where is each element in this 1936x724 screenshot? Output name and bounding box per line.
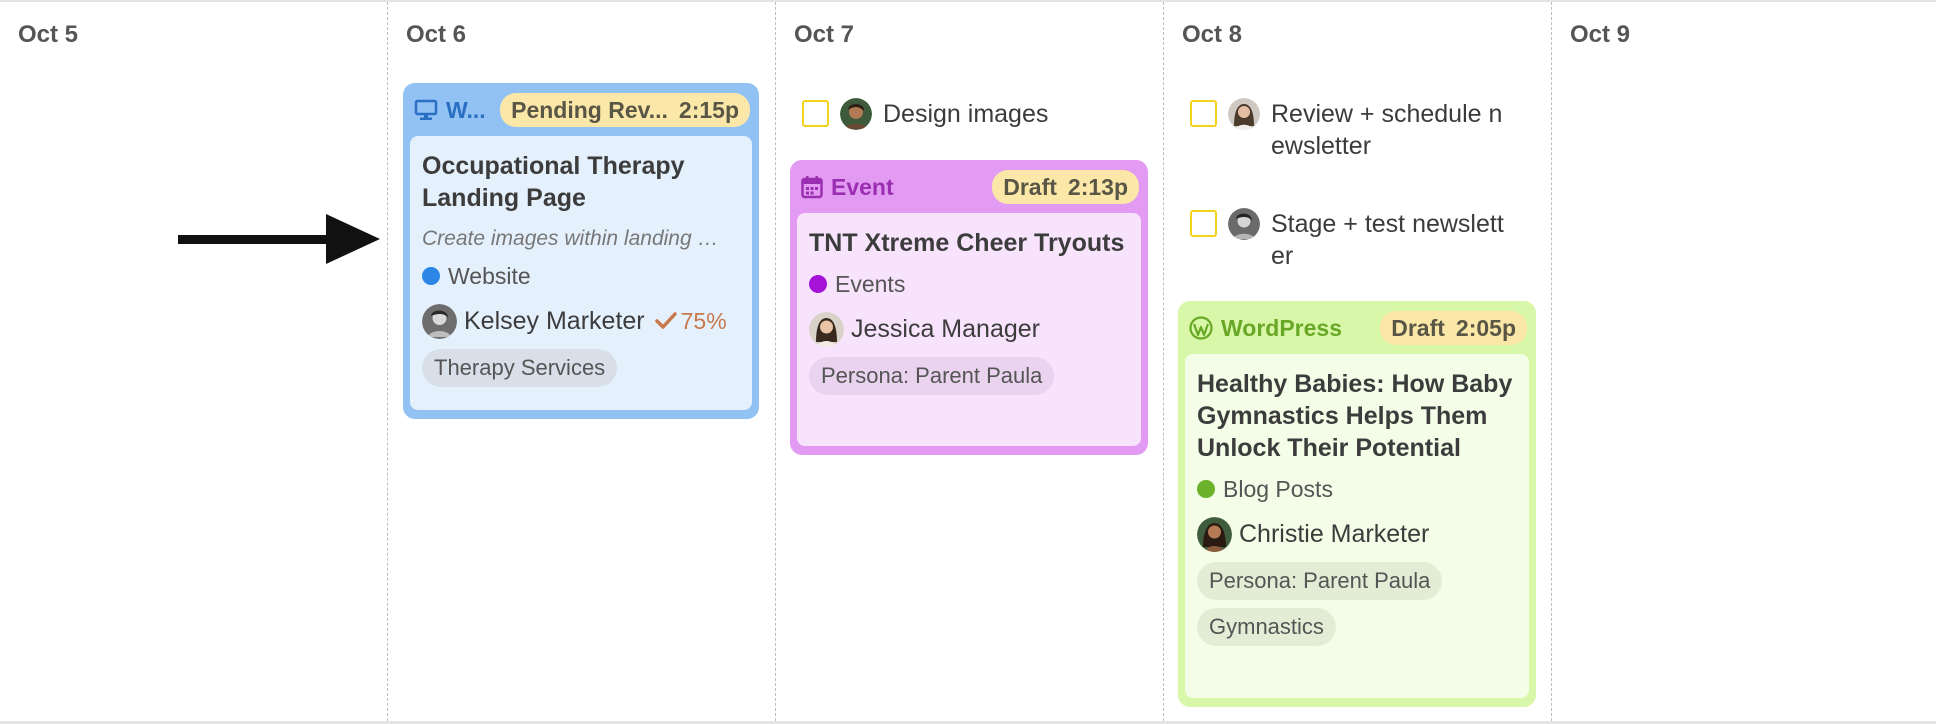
monitor-icon: [414, 99, 438, 121]
avatar: [809, 311, 844, 347]
pointer-arrow-icon: [178, 214, 380, 264]
assignee: Kelsey Marketer 75%: [422, 301, 740, 341]
time-label: 2:13p: [1067, 173, 1128, 200]
task-item[interactable]: Review + schedule n ewsletter: [1190, 98, 1502, 162]
card-type-label: WordPress: [1221, 314, 1343, 341]
card-title: Occupational Therapy Landing Page: [422, 152, 685, 212]
website-post-card[interactable]: W... Pending Rev... 2:15p Occupational T…: [403, 83, 759, 419]
task-label-line: Stage + test newslett: [1271, 210, 1504, 238]
task-label-line: Review + schedule n: [1271, 100, 1503, 128]
category-dot-icon: [422, 267, 440, 285]
category: Events: [809, 269, 1129, 299]
avatar: [1228, 208, 1260, 240]
avatar: [1197, 516, 1232, 552]
card-type: W...: [414, 97, 486, 124]
assignee: Christie Marketer: [1197, 514, 1517, 554]
task-label: Stage + test newslett er: [1271, 208, 1504, 272]
status-badge[interactable]: Draft 2:05p: [1380, 311, 1527, 345]
card-description: Create images within landing …: [422, 227, 719, 250]
status-label: Pending Rev...: [511, 96, 668, 123]
category: Website: [422, 261, 740, 291]
assignee-name: Christie Marketer: [1239, 519, 1430, 548]
assignee-name: Jessica Manager: [851, 314, 1040, 343]
tag-chip[interactable]: Gymnastics: [1197, 608, 1336, 646]
day-header: Oct 6: [406, 21, 467, 48]
assignee-name: Kelsey Marketer: [464, 306, 645, 335]
calendar-icon: [801, 175, 823, 199]
status-label: Draft: [1391, 314, 1445, 341]
category: Blog Posts: [1197, 474, 1517, 504]
task-checkbox[interactable]: [802, 100, 829, 127]
event-card[interactable]: Event Draft 2:13p TNT Xtreme Cheer Tryou…: [790, 160, 1148, 455]
progress: 75%: [654, 307, 727, 335]
task-checkbox[interactable]: [1190, 100, 1217, 127]
avatar: [422, 303, 457, 339]
category-dot-icon: [809, 275, 827, 293]
task-item[interactable]: Design images: [802, 98, 1048, 130]
tag-chip[interactable]: Persona: Parent Paula: [809, 357, 1055, 395]
day-header: Oct 8: [1182, 21, 1243, 48]
card-type-label: W...: [446, 96, 486, 123]
assignee: Jessica Manager: [809, 309, 1129, 349]
card-type: Event: [801, 174, 894, 201]
wordpress-post-card[interactable]: WordPress Draft 2:05p Healthy Babies: Ho…: [1178, 301, 1536, 707]
task-label: Design images: [883, 100, 1049, 128]
tag-chip[interactable]: Persona: Parent Paula: [1197, 562, 1443, 600]
task-label-line: ewsletter: [1271, 132, 1372, 160]
day-header: Oct 5: [18, 21, 79, 48]
day-column-oct-9[interactable]: Oct 9: [1552, 2, 1936, 721]
category-label: Events: [835, 270, 906, 297]
card-title: Healthy Babies: How Baby Gymnastics Help…: [1197, 370, 1513, 462]
task-checkbox[interactable]: [1190, 210, 1217, 237]
avatar: [840, 98, 872, 130]
wordpress-icon: [1189, 316, 1213, 340]
category-label: Website: [448, 262, 531, 289]
day-header: Oct 9: [1570, 21, 1631, 48]
status-label: Draft: [1003, 173, 1057, 200]
time-label: 2:05p: [1455, 314, 1516, 341]
day-column-oct-5[interactable]: Oct 5: [0, 2, 388, 721]
tag-chip[interactable]: Therapy Services: [422, 349, 618, 387]
card-type: WordPress: [1189, 315, 1342, 342]
category-label: Blog Posts: [1223, 475, 1333, 502]
task-label: Review + schedule n ewsletter: [1271, 98, 1502, 162]
status-badge[interactable]: Pending Rev... 2:15p: [500, 93, 750, 127]
category-dot-icon: [1197, 480, 1215, 498]
time-label: 2:15p: [678, 96, 739, 123]
progress-value: 75%: [680, 307, 727, 334]
card-type-label: Event: [831, 173, 894, 200]
day-header: Oct 7: [794, 21, 855, 48]
avatar: [1228, 98, 1260, 130]
task-item[interactable]: Stage + test newslett er: [1190, 208, 1504, 272]
task-label-line: er: [1271, 242, 1294, 270]
check-icon: [654, 312, 677, 329]
card-title: TNT Xtreme Cheer Tryouts: [809, 229, 1125, 257]
status-badge[interactable]: Draft 2:13p: [992, 170, 1139, 204]
